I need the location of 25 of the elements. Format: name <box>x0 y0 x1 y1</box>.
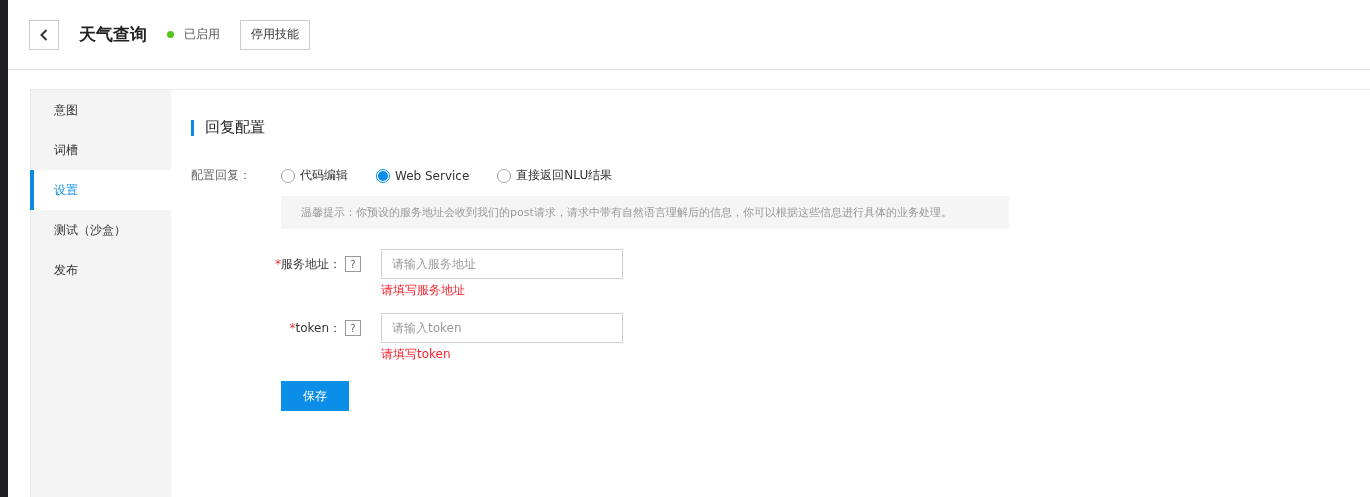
error-text: 请填写服务地址 <box>381 282 466 299</box>
field-label: *token： <box>289 319 341 337</box>
sidebar-item[interactable]: 发布 <box>30 250 171 290</box>
sidebar-item[interactable]: 意图 <box>30 90 171 130</box>
skill-title: 天气查询 <box>79 23 147 46</box>
back-button[interactable] <box>29 19 59 50</box>
error-text: 请填写token <box>381 346 452 363</box>
radio-option[interactable]: 直接返回NLU结果 <box>497 167 613 184</box>
radio-option[interactable]: Web Service <box>376 168 470 183</box>
input-field[interactable]: 请输入token <box>381 313 623 343</box>
section-title: 回复配置 <box>205 118 265 137</box>
field-label: *服务地址： <box>275 255 341 273</box>
input-field[interactable]: 请输入服务地址 <box>381 249 623 279</box>
sidebar-item[interactable]: 词槽 <box>30 130 171 170</box>
disable-button[interactable]: 停用技能 <box>240 19 310 50</box>
title-accent-bar <box>191 119 194 136</box>
tip-text: 温馨提示：你预设的服务地址会收到我们的post请求，请求中带有自然语言理解后的信息，你可以根据这些信息进行具体的业务处理。 <box>281 196 1009 229</box>
help-icon[interactable]: ? <box>345 320 361 336</box>
chevron-left-icon <box>40 28 48 41</box>
status-label: 已启用 <box>184 26 220 43</box>
radio-option[interactable]: 代码编辑 <box>281 167 348 184</box>
reply-label: 配置回复： <box>191 167 252 184</box>
sidebar-item[interactable]: 测试（沙盒） <box>30 210 171 250</box>
sidebar-item[interactable]: 设置 <box>30 170 171 210</box>
help-icon[interactable]: ? <box>345 256 361 272</box>
